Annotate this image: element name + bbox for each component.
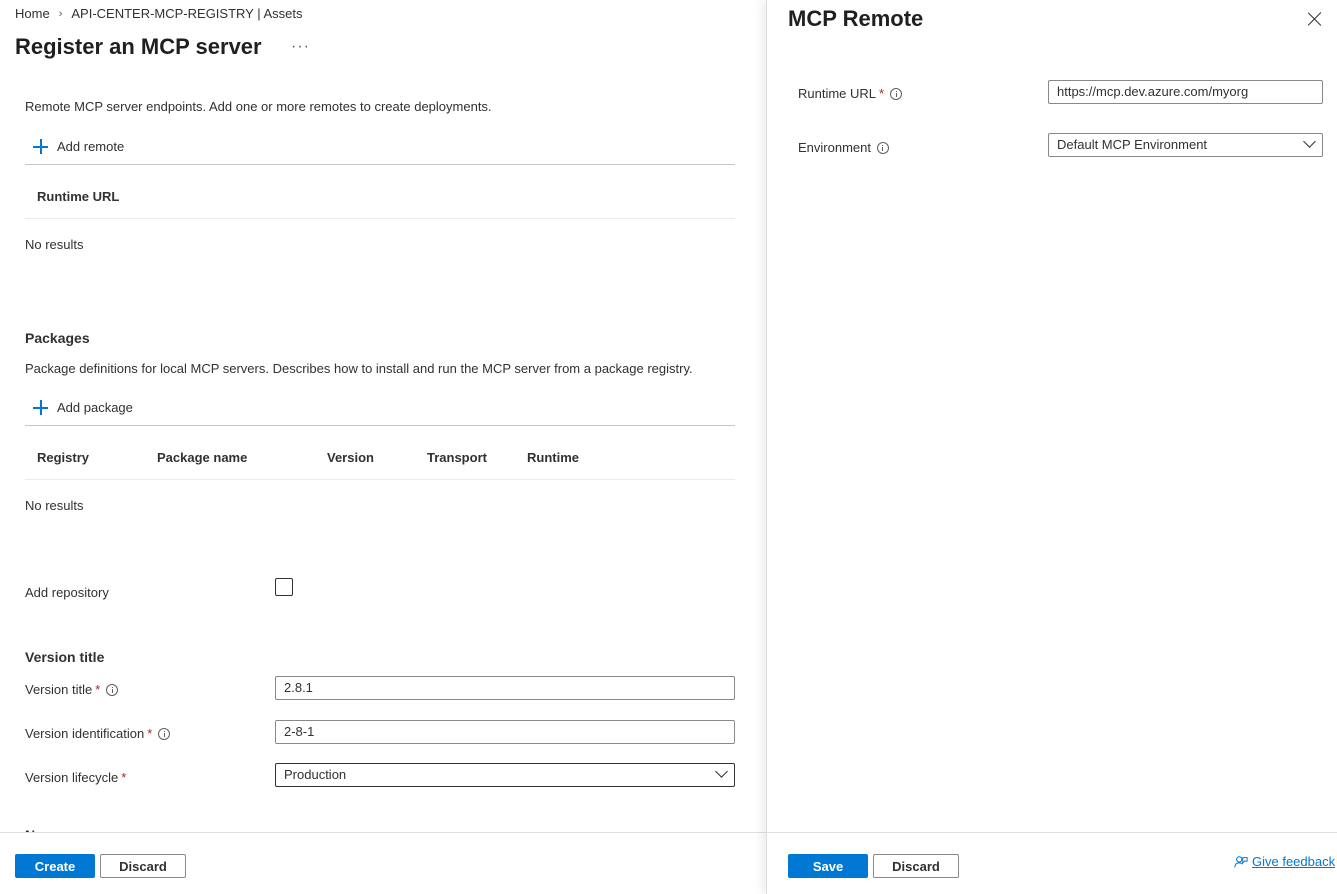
column-runtime[interactable]: Runtime bbox=[527, 450, 579, 465]
version-title-input[interactable]: 2.8.1 bbox=[275, 676, 735, 700]
runtime-url-text: Runtime URL bbox=[798, 86, 877, 101]
required-mark: * bbox=[147, 726, 153, 741]
runtime-url-input[interactable]: https://mcp.dev.azure.com/myorg bbox=[1048, 80, 1323, 104]
environment-value: Default MCP Environment bbox=[1057, 137, 1208, 152]
info-icon[interactable] bbox=[876, 141, 889, 154]
version-lifecycle-label: Version lifecycle * bbox=[25, 770, 126, 785]
environment-label: Environment bbox=[798, 140, 889, 155]
info-icon[interactable] bbox=[158, 727, 171, 740]
discard-button[interactable]: Discard bbox=[100, 854, 186, 878]
chevron-down-icon bbox=[715, 765, 728, 778]
version-identification-label: Version identification * bbox=[25, 726, 171, 741]
info-icon[interactable] bbox=[890, 87, 903, 100]
divider bbox=[25, 164, 735, 165]
panel-discard-button[interactable]: Discard bbox=[873, 854, 959, 878]
column-registry[interactable]: Registry bbox=[37, 450, 89, 465]
footer-divider bbox=[0, 832, 766, 833]
plus-icon bbox=[33, 400, 48, 415]
panel-title: MCP Remote bbox=[788, 6, 924, 31]
close-icon[interactable] bbox=[1308, 12, 1322, 26]
column-runtime-url[interactable]: Runtime URL bbox=[37, 189, 119, 204]
add-package-button[interactable]: Add package bbox=[33, 400, 133, 415]
mcp-remote-panel: MCP Remote Runtime URL * https://mcp.dev… bbox=[766, 0, 1337, 894]
packages-no-results: No results bbox=[25, 498, 84, 513]
environment-dropdown[interactable]: Default MCP Environment bbox=[1048, 133, 1323, 157]
environment-text: Environment bbox=[798, 140, 871, 155]
add-remote-label: Add remote bbox=[57, 139, 125, 154]
runtime-url-label: Runtime URL * bbox=[798, 86, 903, 101]
packages-heading: Packages bbox=[25, 330, 90, 346]
remotes-no-results: No results bbox=[25, 237, 84, 252]
column-version[interactable]: Version bbox=[327, 450, 374, 465]
column-package-name[interactable]: Package name bbox=[157, 450, 247, 465]
version-lifecycle-text: Version lifecycle bbox=[25, 770, 119, 785]
add-repository-text: Add repository bbox=[25, 585, 109, 600]
add-package-label: Add package bbox=[57, 400, 133, 415]
create-button[interactable]: Create bbox=[15, 854, 95, 878]
panel-footer-divider bbox=[767, 832, 1337, 833]
page-title: Register an MCP server bbox=[15, 34, 262, 59]
give-feedback-label: Give feedback bbox=[1252, 854, 1336, 869]
feedback-icon bbox=[1234, 855, 1248, 867]
add-repository-label: Add repository bbox=[25, 585, 109, 600]
info-icon[interactable] bbox=[106, 683, 119, 696]
required-mark: * bbox=[95, 682, 101, 697]
required-mark: * bbox=[879, 86, 885, 101]
version-lifecycle-value: Production bbox=[284, 767, 347, 782]
give-feedback-link[interactable]: Give feedback bbox=[1234, 854, 1335, 869]
breadcrumb-home[interactable]: Home bbox=[15, 6, 50, 21]
required-mark: * bbox=[121, 770, 127, 785]
more-options-icon[interactable]: ··· bbox=[291, 38, 310, 56]
chevron-right-icon: › bbox=[58, 7, 63, 20]
divider bbox=[25, 218, 735, 219]
packages-grid-header: Registry Package name Version Transport … bbox=[25, 450, 735, 470]
add-repository-checkbox[interactable] bbox=[275, 578, 293, 596]
version-title-label: Version title * bbox=[25, 682, 119, 697]
remotes-grid-header: Runtime URL bbox=[25, 189, 735, 209]
divider bbox=[25, 425, 735, 426]
divider bbox=[25, 479, 735, 480]
remotes-description: Remote MCP server endpoints. Add one or … bbox=[25, 99, 492, 114]
breadcrumb-resource[interactable]: API-CENTER-MCP-REGISTRY | Assets bbox=[71, 6, 302, 21]
version-lifecycle-dropdown[interactable]: Production bbox=[275, 763, 735, 787]
version-identification-text: Version identification bbox=[25, 726, 145, 741]
breadcrumb: Home › API-CENTER-MCP-REGISTRY | Assets bbox=[15, 6, 303, 21]
packages-description: Package definitions for local MCP server… bbox=[25, 361, 693, 376]
add-remote-button[interactable]: Add remote bbox=[33, 139, 124, 154]
version-title-text: Version title bbox=[25, 682, 93, 697]
plus-icon bbox=[33, 139, 48, 154]
column-transport[interactable]: Transport bbox=[427, 450, 487, 465]
version-identification-input[interactable]: 2-8-1 bbox=[275, 720, 735, 744]
save-button[interactable]: Save bbox=[788, 854, 868, 878]
version-heading: Version title bbox=[25, 649, 105, 665]
register-page: Home › API-CENTER-MCP-REGISTRY | Assets … bbox=[0, 0, 766, 894]
chevron-down-icon bbox=[1303, 135, 1316, 148]
